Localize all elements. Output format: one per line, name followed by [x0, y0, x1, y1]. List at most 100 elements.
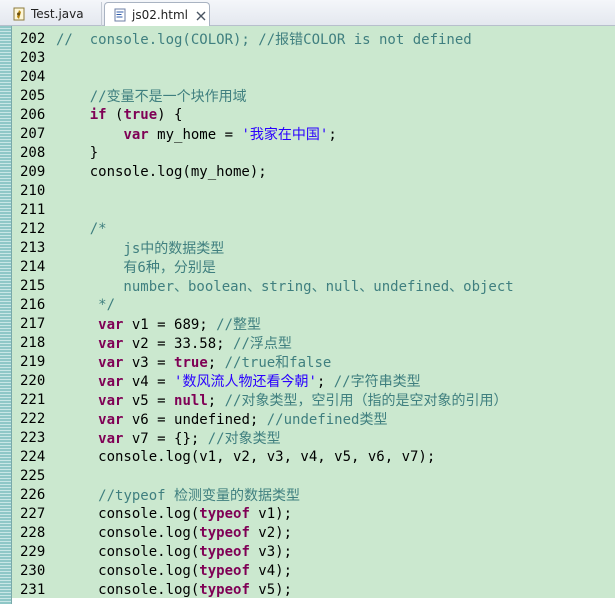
line-code: //typeof 检测变量的数据类型	[56, 485, 300, 505]
code-line[interactable]: 205 //变量不是一个块作用域	[12, 86, 615, 105]
line-code: }	[56, 145, 98, 161]
html-file-icon	[113, 8, 127, 22]
comment-token: //浮点型	[233, 335, 292, 352]
code-line[interactable]: 223 var v7 = {}; //对象类型	[12, 428, 615, 447]
code-token: v4);	[249, 562, 293, 579]
line-number: 207	[20, 125, 46, 142]
code-token: console.log(my_home);	[56, 163, 267, 180]
line-code: var v3 = true; //true和false	[56, 352, 331, 372]
code-token: v4 =	[123, 373, 175, 390]
line-number: 216	[20, 296, 46, 313]
keyword-token: if	[89, 106, 107, 123]
code-line[interactable]: 224 console.log(v1, v2, v3, v4, v5, v6, …	[12, 447, 615, 466]
comment-token: //字符串类型	[333, 373, 421, 390]
code-line[interactable]: 231 console.log(typeof v5);	[12, 580, 615, 599]
code-line[interactable]: 211	[12, 200, 615, 219]
code-token: ) {	[157, 106, 183, 123]
code-line[interactable]: 204	[12, 67, 615, 86]
close-tab-icon[interactable]	[196, 10, 206, 21]
line-number: 226	[20, 486, 46, 503]
code-token: ;	[207, 392, 225, 409]
code-line[interactable]: 206 if (true) {	[12, 105, 615, 124]
code-line[interactable]: 220 var v4 = '数风流人物还看今朝'; //字符串类型	[12, 371, 615, 390]
line-number: 217	[20, 315, 46, 332]
line-number: 212	[20, 220, 46, 237]
line-number: 202	[20, 30, 46, 47]
line-number: 219	[20, 353, 46, 370]
keyword-token: var	[98, 411, 124, 428]
tab-js02-html[interactable]: js02.html	[104, 2, 210, 27]
tab-test-java[interactable]: Test.java	[2, 2, 102, 26]
comment-token: // console.log(COLOR); //报错COLOR is not …	[56, 31, 472, 48]
code-token: console.log(	[56, 562, 200, 579]
line-number: 230	[20, 562, 46, 579]
code-line[interactable]: 217 var v1 = 689; //整型	[12, 314, 615, 333]
line-code: */	[56, 297, 115, 313]
code-line[interactable]: 208 }	[12, 143, 615, 162]
line-code: var v7 = {}; //对象类型	[56, 428, 280, 448]
code-line[interactable]: 227 console.log(typeof v1);	[12, 504, 615, 523]
keyword-token: true	[123, 106, 158, 123]
comment-token: js中的数据类型	[56, 240, 225, 257]
code-line[interactable]: 221 var v5 = null; //对象类型，空引用（指的是空对象的引用）	[12, 390, 615, 409]
code-line[interactable]: 210	[12, 181, 615, 200]
keyword-token: var	[98, 354, 124, 371]
editor-tab-bar: Test.java js02.html	[0, 0, 615, 27]
code-token: ;	[316, 373, 334, 390]
line-code: var v6 = undefined; //undefined类型	[56, 409, 387, 429]
tab-label: Test.java	[31, 7, 84, 21]
code-token: (	[106, 106, 124, 123]
line-number: 229	[20, 543, 46, 560]
code-line[interactable]: 218 var v2 = 33.58; //浮点型	[12, 333, 615, 352]
line-code: console.log(my_home);	[56, 164, 267, 180]
line-code: number、boolean、string、null、undefined、obj…	[56, 276, 514, 296]
code-line[interactable]: 216 */	[12, 295, 615, 314]
code-line[interactable]: 213 js中的数据类型	[12, 238, 615, 257]
code-token: v2 = 33.58;	[123, 335, 234, 352]
line-code: var v4 = '数风流人物还看今朝'; //字符串类型	[56, 371, 421, 391]
code-line[interactable]: 215 number、boolean、string、null、undefined…	[12, 276, 615, 295]
code-token: v1);	[249, 505, 293, 522]
line-number: 206	[20, 106, 46, 123]
line-number: 227	[20, 505, 46, 522]
keyword-token: var	[98, 392, 124, 409]
keyword-token: true	[174, 354, 208, 371]
code-token: ;	[328, 126, 337, 143]
code-line[interactable]: 222 var v6 = undefined; //undefined类型	[12, 409, 615, 428]
line-number: 224	[20, 448, 46, 465]
line-code: js中的数据类型	[56, 238, 224, 258]
code-line[interactable]: 212 /*	[12, 219, 615, 238]
comment-token: //对象类型，空引用（指的是空对象的引用）	[224, 392, 508, 409]
comment-token: number、boolean、string、null、undefined、obj…	[56, 278, 514, 295]
string-token: '我家在中国'	[241, 126, 329, 143]
code-line[interactable]: 219 var v3 = true; //true和false	[12, 352, 615, 371]
code-line[interactable]: 228 console.log(typeof v2);	[12, 523, 615, 542]
line-code: var v2 = 33.58; //浮点型	[56, 333, 292, 353]
eclipse-editor-window: Test.java js02.html 202 // console.log(CO…	[0, 0, 615, 604]
code-line[interactable]: 203	[12, 48, 615, 67]
code-line[interactable]: 214 有6种，分别是	[12, 257, 615, 276]
keyword-token: null	[174, 392, 208, 409]
keyword-token: var	[98, 316, 124, 333]
code-token: }	[56, 144, 99, 161]
code-line[interactable]: 209 console.log(my_home);	[12, 162, 615, 181]
code-token: v7 = {};	[123, 430, 208, 447]
code-token: console.log(v1, v2, v3, v4, v5, v6, v7);	[56, 448, 436, 465]
comment-token: //整型	[216, 316, 262, 333]
code-line[interactable]: 226 //typeof 检测变量的数据类型	[12, 485, 615, 504]
code-line[interactable]: 207 var my_home = '我家在中国';	[12, 124, 615, 143]
code-line[interactable]: 225	[12, 466, 615, 485]
code-line[interactable]: 202 // console.log(COLOR); //报错COLOR is n…	[12, 29, 615, 48]
code-text-area[interactable]: 202 // console.log(COLOR); //报错COLOR is n…	[12, 26, 615, 604]
line-number: 214	[20, 258, 46, 275]
code-editor[interactable]: 202 // console.log(COLOR); //报错COLOR is n…	[0, 26, 615, 604]
keyword-token: var	[98, 373, 124, 390]
line-number: 231	[20, 581, 46, 598]
code-line[interactable]: 230 console.log(typeof v4);	[12, 561, 615, 580]
line-number: 221	[20, 391, 46, 408]
annotation-ruler[interactable]	[0, 26, 12, 604]
code-line[interactable]: 229 console.log(typeof v3);	[12, 542, 615, 561]
